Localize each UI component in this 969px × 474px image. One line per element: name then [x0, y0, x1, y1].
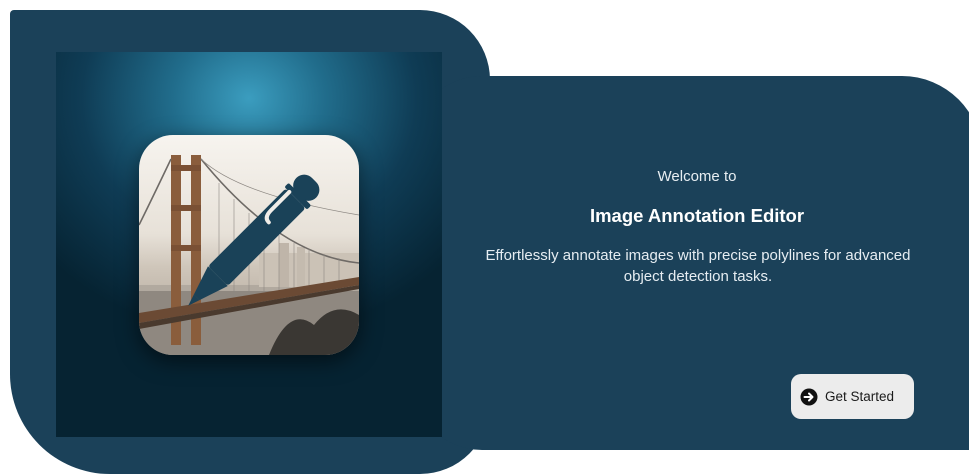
welcome-screen: Welcome to Image Annotation Editor Effor… [0, 0, 969, 474]
pen-over-bridge-icon [139, 155, 359, 355]
app-description: Effortlessly annotate images with precis… [485, 247, 911, 285]
get-started-button[interactable]: Get Started [791, 374, 914, 419]
app-logo [139, 135, 359, 355]
get-started-label: Get Started [825, 389, 895, 404]
arrow-circle-right-icon [800, 388, 818, 406]
app-title: Image Annotation Editor [589, 205, 805, 226]
hero-image [56, 52, 442, 437]
welcome-greeting: Welcome to [657, 168, 737, 185]
